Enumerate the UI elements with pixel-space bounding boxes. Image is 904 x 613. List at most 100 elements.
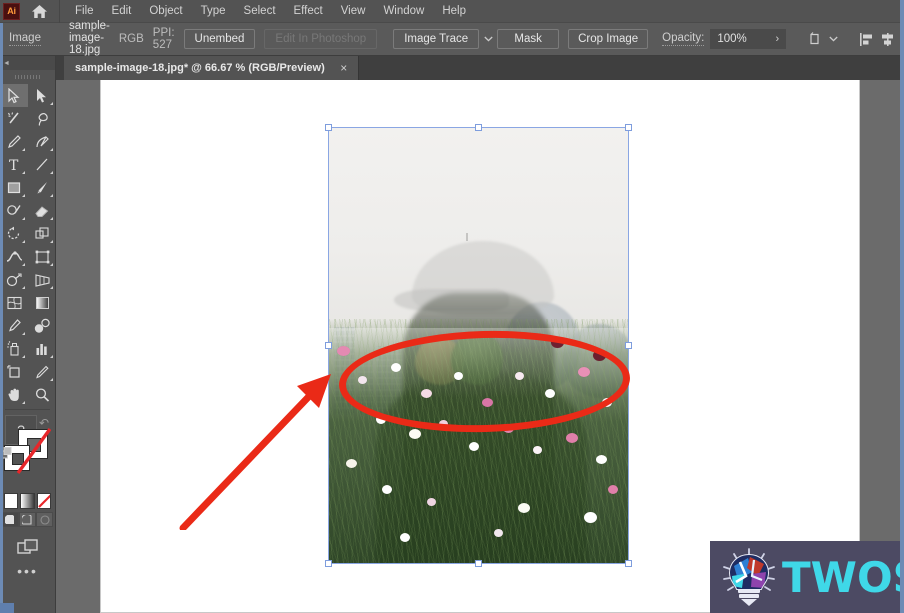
color-mode-buttons	[4, 493, 51, 509]
tool-flyout-indicator	[50, 194, 53, 197]
reset-fill-stroke-icon[interactable]: ↶	[39, 416, 49, 430]
home-icon[interactable]	[26, 0, 52, 23]
menu-item-help[interactable]: Help	[433, 0, 475, 23]
linked-file-name[interactable]: sample-image-18.jpg	[68, 20, 110, 58]
tool-flyout-indicator	[22, 286, 25, 289]
artboard-tool[interactable]	[0, 360, 28, 383]
tool-flyout-indicator	[22, 355, 25, 358]
photo-highlight-band	[328, 328, 629, 398]
align-center-horizontal-icon[interactable]	[879, 28, 896, 50]
screen-mode-icon[interactable]	[0, 534, 55, 560]
tool-flyout-indicator	[50, 263, 53, 266]
lasso-tool[interactable]	[28, 107, 56, 130]
tool-flyout-indicator	[22, 148, 25, 151]
tool-flyout-indicator	[50, 217, 53, 220]
line-segment-tool[interactable]	[28, 153, 56, 176]
tool-flyout-indicator	[50, 148, 53, 151]
width-tool[interactable]	[0, 245, 28, 268]
rectangle-tool[interactable]	[0, 176, 28, 199]
free-transform-tool[interactable]	[28, 245, 56, 268]
shape-builder-tool[interactable]	[0, 268, 28, 291]
blend-tool[interactable]	[28, 314, 56, 337]
draw-normal-mode-button[interactable]	[2, 512, 19, 527]
window-edge-left	[0, 23, 3, 613]
selection-tool[interactable]	[0, 84, 28, 107]
gradient-mode-button[interactable]	[20, 493, 35, 509]
opacity-chevron-right-icon[interactable]: ›	[768, 29, 787, 49]
eraser-tool[interactable]	[28, 199, 56, 222]
illustrator-window: Ai File Edit Object Type Select Effect V…	[0, 0, 904, 613]
window-edge-right	[900, 0, 904, 613]
fill-stroke-controls: ? ↶	[0, 413, 55, 491]
tool-flyout-indicator	[50, 171, 53, 174]
symbol-sprayer-tool[interactable]	[0, 337, 28, 360]
menu-item-window[interactable]: Window	[374, 0, 433, 23]
tools-grid: T	[0, 82, 55, 406]
svg-text:T: T	[9, 158, 19, 173]
hand-tool[interactable]	[0, 383, 28, 406]
column-graph-tool[interactable]	[28, 337, 56, 360]
lightbulb-icon	[723, 548, 775, 606]
pen-tool[interactable]	[0, 130, 28, 153]
opacity-label: Opacity:	[662, 32, 705, 46]
mask-button[interactable]: Mask	[497, 29, 560, 49]
double-exposure-photo	[328, 127, 629, 564]
opacity-input[interactable]: 100%	[710, 29, 769, 49]
menu-item-view[interactable]: View	[332, 0, 375, 23]
image-trace-chevron-down-icon[interactable]	[484, 36, 493, 42]
zoom-tool[interactable]	[28, 383, 56, 406]
photo-cap-knob	[466, 232, 469, 241]
image-trace-button[interactable]: Image Trace	[393, 29, 480, 49]
perspective-grid-tool[interactable]	[28, 268, 56, 291]
menu-item-object[interactable]: Object	[140, 0, 191, 23]
tool-flyout-indicator	[22, 240, 25, 243]
edit-in-photoshop-button: Edit In Photoshop	[264, 29, 378, 49]
scale-tool[interactable]	[28, 222, 56, 245]
gradient-tool[interactable]	[28, 291, 56, 314]
unembed-button[interactable]: Unembed	[183, 29, 256, 49]
paintbrush-tool[interactable]	[28, 176, 56, 199]
window-edge-bottom-left	[0, 603, 14, 613]
curvature-tool[interactable]	[28, 130, 56, 153]
type-tool[interactable]: T	[0, 153, 28, 176]
transform-chevron-down-icon[interactable]	[829, 36, 838, 42]
draw-behind-mode-button[interactable]	[19, 512, 36, 527]
placed-image[interactable]	[328, 127, 629, 564]
tools-panel: ◄ T ↶ •••	[0, 56, 56, 613]
tool-flyout-indicator	[22, 263, 25, 266]
tool-flyout-indicator	[22, 401, 25, 404]
menu-item-effect[interactable]: Effect	[285, 0, 332, 23]
tool-flyout-indicator	[50, 378, 53, 381]
slice-tool[interactable]	[28, 360, 56, 383]
close-icon[interactable]: ×	[338, 61, 350, 75]
menu-item-type[interactable]: Type	[192, 0, 235, 23]
document-tab-label: sample-image-18.jpg* @ 66.67 % (RGB/Prev…	[75, 62, 325, 74]
twos-watermark: TWOS	[710, 541, 904, 613]
tool-flyout-indicator	[50, 286, 53, 289]
transform-icon[interactable]	[808, 28, 824, 50]
document-tab[interactable]: sample-image-18.jpg* @ 66.67 % (RGB/Prev…	[64, 56, 359, 80]
tools-divider	[5, 409, 50, 410]
menu-item-select[interactable]: Select	[235, 0, 285, 23]
crop-image-button[interactable]: Crop Image	[568, 29, 649, 49]
none-mode-button[interactable]	[36, 493, 51, 509]
tools-panel-header[interactable]: ◄	[0, 56, 55, 70]
color-swatch-mode-button[interactable]	[4, 493, 19, 509]
app-logo-icon[interactable]: Ai	[3, 2, 20, 20]
mesh-tool[interactable]	[0, 291, 28, 314]
panel-grip[interactable]	[0, 70, 55, 82]
align-left-icon[interactable]	[858, 28, 875, 50]
menu-divider	[59, 0, 60, 23]
tool-flyout-indicator	[50, 355, 53, 358]
more-tools-button[interactable]: •••	[0, 560, 55, 582]
magic-wand-tool[interactable]	[0, 107, 28, 130]
collapse-panel-icon[interactable]: ◄	[3, 60, 10, 67]
rotate-tool[interactable]	[0, 222, 28, 245]
shaper-tool[interactable]	[0, 199, 28, 222]
twos-wordmark: TWOS	[782, 552, 904, 602]
direct-selection-tool[interactable]	[28, 84, 56, 107]
tool-flyout-indicator	[22, 217, 25, 220]
tool-flyout-indicator	[22, 332, 25, 335]
eyedropper-tool[interactable]	[0, 314, 28, 337]
draw-inside-mode-button[interactable]	[36, 512, 53, 527]
